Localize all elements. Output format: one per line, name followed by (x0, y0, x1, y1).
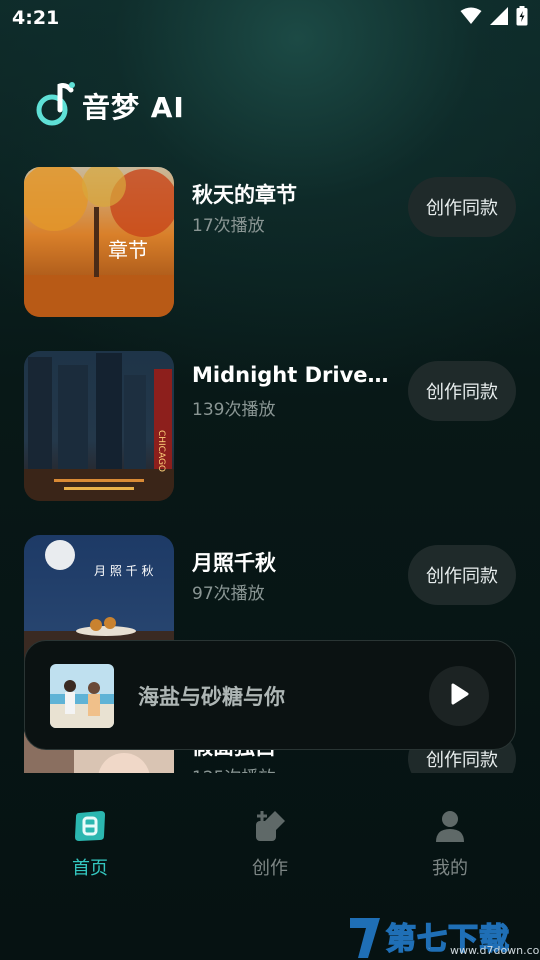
create-icon (252, 808, 288, 844)
mini-player[interactable]: 海盐与砂糖与你 (24, 640, 516, 750)
song-title[interactable]: 秋天的章节 (192, 179, 392, 209)
nav-home[interactable]: 首页 (0, 790, 180, 900)
music-note-logo-icon (36, 82, 76, 130)
now-playing-title[interactable]: 海盐与砂糖与你 (138, 681, 285, 711)
play-count: 139次播放 (192, 400, 276, 420)
profile-icon (432, 808, 468, 844)
nav-profile[interactable]: 我的 (360, 790, 540, 900)
cover-text: 月 照 千 秋 (94, 564, 153, 578)
song-title[interactable]: Midnight Drive-T... (192, 363, 392, 387)
song-title[interactable]: 月照千秋 (192, 547, 392, 577)
play-count: 17次播放 (192, 216, 265, 236)
list-item[interactable]: 章节 秋天的章节 17次播放 创作同款 (24, 167, 516, 317)
wifi-icon (460, 7, 482, 29)
watermark-icon (350, 918, 380, 958)
play-icon (448, 683, 470, 709)
bottom-nav: 首页 创作 我的 (0, 790, 540, 900)
play-count: 125次播放 (192, 763, 275, 773)
create-same-button[interactable]: 创作同款 (408, 361, 516, 421)
cover-text: CHICAGO (156, 430, 166, 472)
home-icon (72, 808, 108, 844)
cover-text: 章节 (108, 238, 148, 262)
watermark-url: www.d7down.com (450, 944, 540, 957)
nav-label: 首页 (72, 858, 108, 879)
app-logo: 音梦 AI (36, 82, 185, 130)
status-icons (460, 6, 528, 30)
signal-icon (490, 7, 508, 29)
battery-icon (516, 6, 528, 30)
app-name: 音梦 AI (82, 91, 185, 124)
mini-player-cover[interactable] (50, 664, 114, 728)
list-item[interactable]: CHICAGO Midnight Drive-T... 139次播放 创作同款 (24, 351, 516, 501)
song-cover[interactable]: CHICAGO (24, 351, 174, 501)
create-same-button[interactable]: 创作同款 (408, 545, 516, 605)
watermark-logo: 第七下载站 www.d7down.com (346, 914, 540, 960)
nav-create[interactable]: 创作 (180, 790, 360, 900)
nav-label: 创作 (252, 858, 288, 879)
play-count: 97次播放 (192, 584, 265, 604)
play-button[interactable] (429, 666, 489, 726)
song-cover[interactable]: 章节 (24, 167, 174, 317)
status-time: 4:21 (12, 7, 60, 29)
nav-label: 我的 (432, 858, 468, 879)
create-same-button[interactable]: 创作同款 (408, 177, 516, 237)
status-bar: 4:21 (0, 0, 540, 36)
